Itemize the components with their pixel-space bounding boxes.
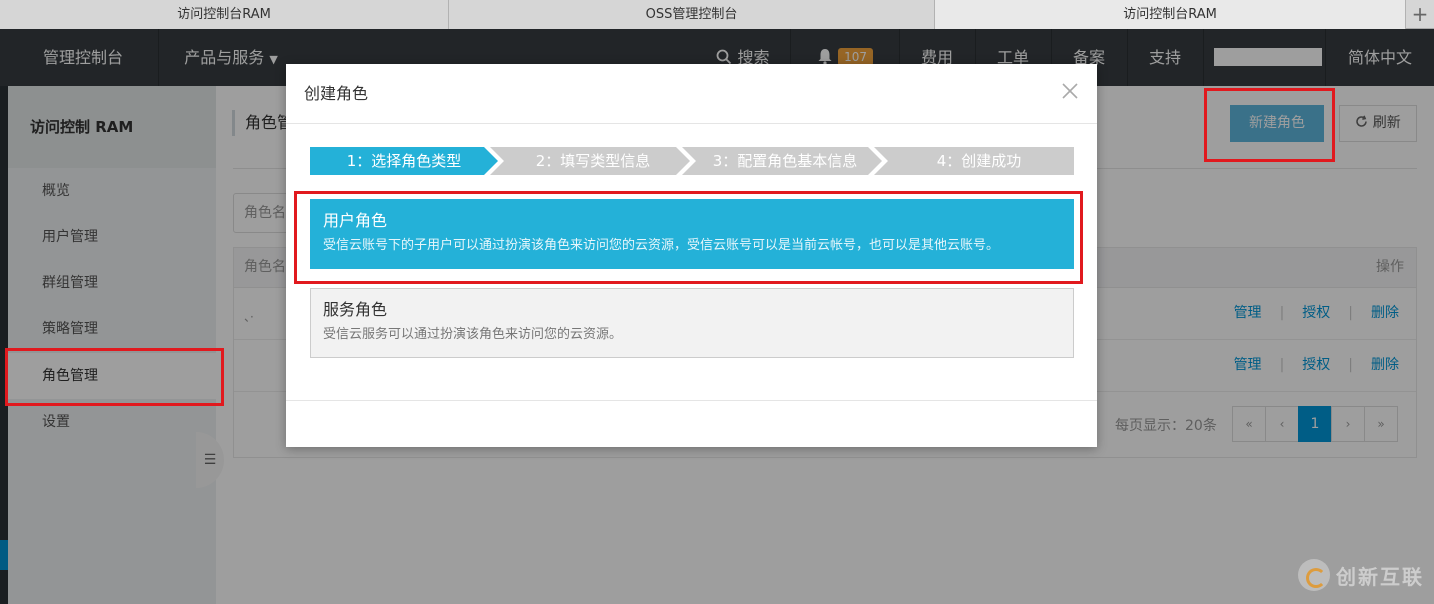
step-1-label: 1：选择角色类型 [346,152,462,170]
step-4-label: 4：创建成功 [936,152,1022,170]
option-title: 服务角色 [323,300,388,319]
annotation-box-sidebar-roles [5,348,224,406]
wizard-steps: 1：选择角色类型 2：填写类型信息 3：配置角色基本信息 4：创建成功 [310,147,1074,175]
annotation-box-user-role [294,191,1083,284]
watermark: 创新互联 [1298,558,1424,592]
close-icon[interactable] [1061,78,1079,106]
dialog-footer-divider [286,400,1097,401]
step-3-label: 3：配置角色基本信息 [712,152,858,170]
watermark-logo-icon [1298,559,1330,591]
dialog-header: 创建角色 [286,64,1097,124]
browser-tab-bar: 访问控制台RAM OSS管理控制台 访问控制台RAM + [0,0,1434,29]
step-2-label: 2：填写类型信息 [535,152,651,170]
dialog-title: 创建角色 [304,84,369,103]
annotation-box-new-role [1204,88,1335,162]
option-description: 受信云服务可以通过扮演该角色来访问您的云资源。 [323,327,623,342]
watermark-text: 创新互联 [1336,564,1424,589]
role-type-option-service[interactable]: 服务角色 受信云服务可以通过扮演该角色来访问您的云资源。 [310,288,1074,358]
browser-tab-ram-1[interactable]: 访问控制台RAM [0,0,449,29]
browser-tab-ram-2[interactable]: 访问控制台RAM [935,0,1406,29]
browser-tab-oss[interactable]: OSS管理控制台 [449,0,935,29]
new-tab-icon[interactable]: + [1406,0,1434,29]
